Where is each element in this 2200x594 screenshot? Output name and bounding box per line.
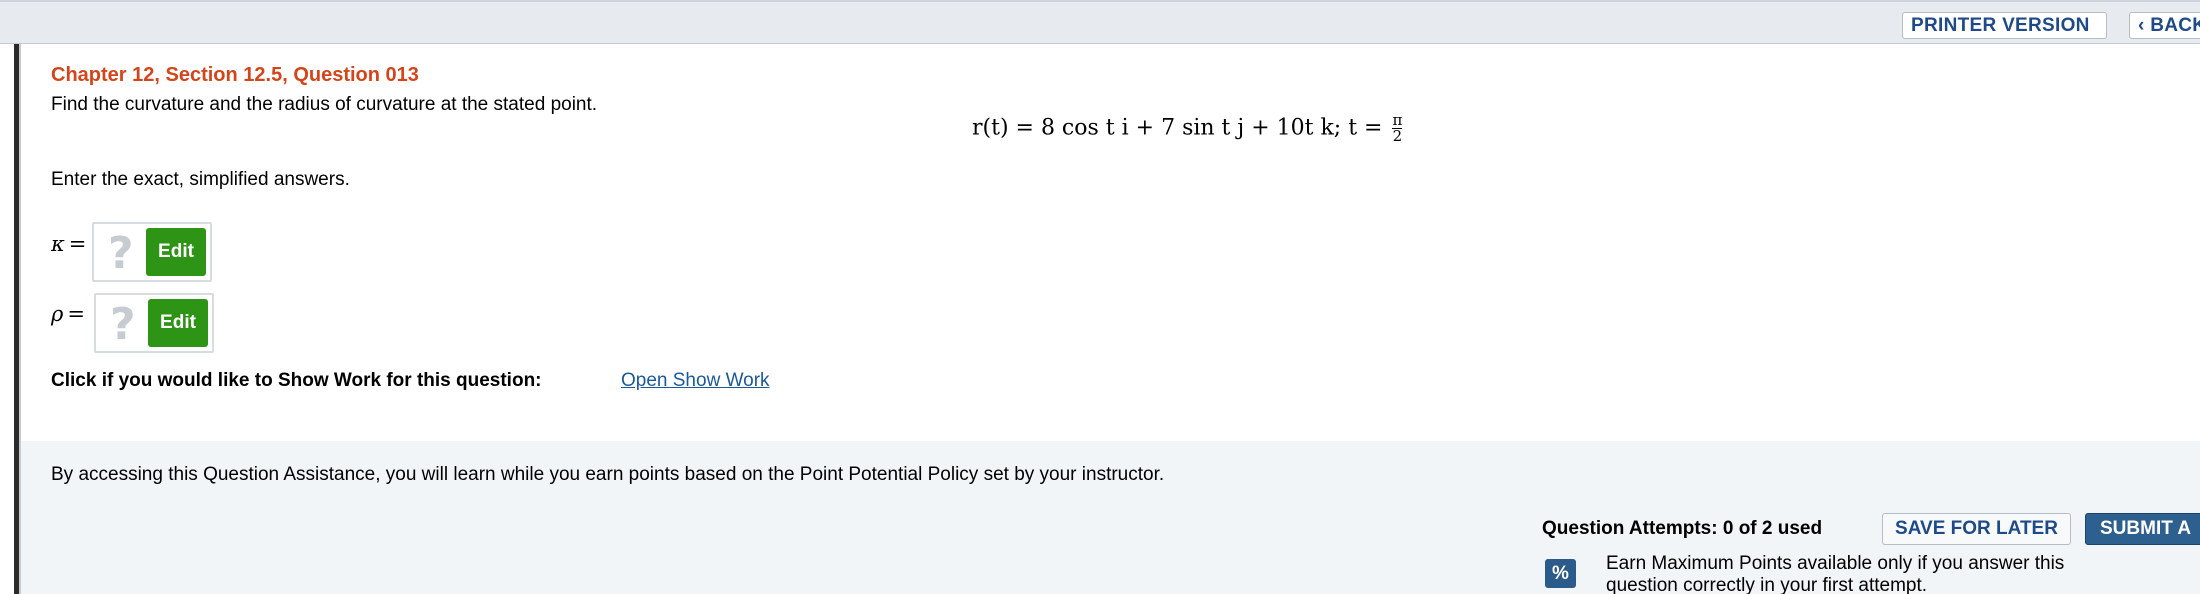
save-for-later-button[interactable]: SAVE FOR LATER — [1882, 513, 2071, 545]
fraction-denominator: 2 — [1392, 127, 1403, 145]
kappa-answer-field[interactable]: ? Edit — [92, 222, 212, 282]
question-formula: r(t) = 8 cos t i + 7 sin t j + 10t k; t … — [972, 111, 1403, 145]
open-show-work-link[interactable]: Open Show Work — [621, 370, 770, 392]
placeholder-question-icon: ? — [108, 228, 134, 279]
rho-symbol: ρ — [51, 302, 64, 326]
kappa-equals: = — [68, 232, 87, 256]
rho-edit-button[interactable]: Edit — [148, 299, 208, 347]
rho-label: ρ = — [51, 302, 85, 326]
rho-answer-field[interactable]: ? Edit — [94, 293, 214, 353]
kappa-symbol: κ — [51, 232, 65, 256]
printer-version-button[interactable]: PRINTER VERSION — [1902, 12, 2107, 39]
question-title: Chapter 12, Section 12.5, Question 013 — [51, 64, 419, 86]
placeholder-question-icon: ? — [110, 299, 136, 350]
question-prompt: Find the curvature and the radius of cur… — [51, 94, 598, 115]
question-page: PRINTER VERSION ‹ BACK Chapter 12, Secti… — [0, 0, 2200, 594]
question-attempts: Question Attempts: 0 of 2 used — [1542, 518, 1823, 539]
percent-icon: % — [1545, 559, 1576, 588]
show-work-label: Click if you would like to Show Work for… — [51, 370, 542, 391]
assistance-text: By accessing this Question Assistance, y… — [51, 464, 1165, 485]
top-toolbar: PRINTER VERSION ‹ BACK — [0, 0, 2200, 44]
kappa-edit-button[interactable]: Edit — [146, 228, 206, 276]
rho-equals: = — [67, 302, 85, 326]
back-button[interactable]: ‹ BACK — [2129, 12, 2200, 39]
fraction-numerator: π — [1392, 111, 1403, 129]
answer-instructions: Enter the exact, simplified answers. — [51, 169, 350, 190]
submit-answer-button[interactable]: SUBMIT A — [2085, 513, 2200, 545]
max-points-note: Earn Maximum Points available only if yo… — [1606, 553, 2065, 594]
kappa-label: κ = — [51, 232, 86, 256]
formula-expression: r(t) = 8 cos t i + 7 sin t j + 10t k; t … — [972, 115, 1383, 141]
formula-fraction: π 2 — [1392, 111, 1403, 145]
